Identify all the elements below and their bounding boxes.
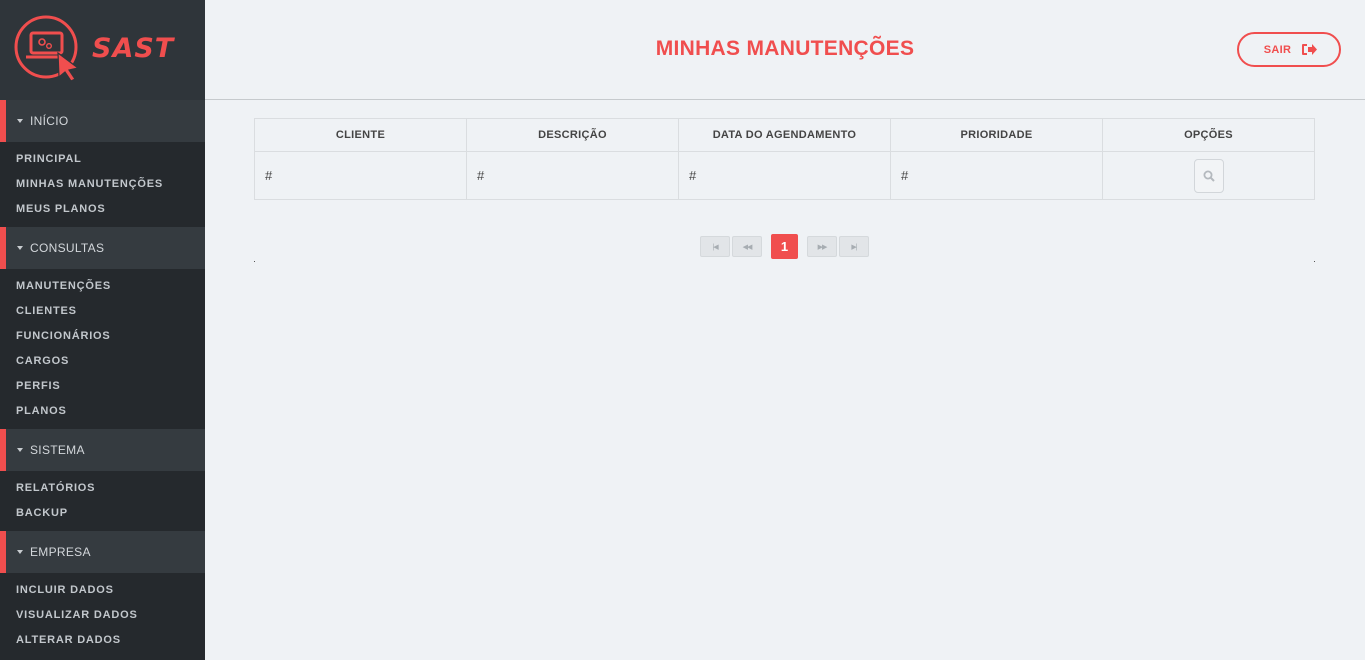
last-page-button[interactable]: ▶| <box>839 236 869 257</box>
brand-name: SAST <box>92 33 175 64</box>
sidebar-item-incluir-dados[interactable]: INCLUIR DADOS <box>0 578 205 603</box>
section-title: CONSULTAS <box>30 241 105 255</box>
sidebar: SAST INÍCIO PRINCIPAL MINHAS MANUTENÇÕES… <box>0 0 205 660</box>
sidebar-item-clientes[interactable]: CLIENTES <box>0 299 205 324</box>
logout-label: SAIR <box>1263 43 1292 56</box>
caret-down-icon <box>17 550 23 554</box>
main-content: MINHAS MANUTENÇÕES SAIR CLIENTE DESCRIÇÃ… <box>205 0 1365 660</box>
sidebar-item-alterar-dados[interactable]: ALTERAR DADOS <box>0 628 205 653</box>
sidebar-item-relatorios[interactable]: RELATÓRIOS <box>0 476 205 501</box>
cell-cliente: # <box>254 151 467 200</box>
sidebar-section-inicio: INÍCIO PRINCIPAL MINHAS MANUTENÇÕES MEUS… <box>0 100 205 227</box>
sidebar-section-inicio-header[interactable]: INÍCIO <box>0 100 205 142</box>
caret-down-icon <box>17 119 23 123</box>
sidebar-section-consultas-header[interactable]: CONSULTAS <box>0 227 205 269</box>
sidebar-items: INCLUIR DADOS VISUALIZAR DADOS ALTERAR D… <box>0 573 205 658</box>
brand-logo[interactable]: SAST <box>0 0 205 100</box>
table-row: # # # # <box>254 151 1315 200</box>
sidebar-item-principal[interactable]: PRINCIPAL <box>0 147 205 172</box>
sidebar-section-empresa: EMPRESA INCLUIR DADOS VISUALIZAR DADOS A… <box>0 531 205 658</box>
previous-page-button[interactable]: ◀◀ <box>732 236 762 257</box>
logout-button[interactable]: SAIR <box>1237 32 1341 67</box>
logo-icon <box>14 15 80 82</box>
column-header-cliente[interactable]: CLIENTE <box>254 118 467 152</box>
table-footer-marker-right <box>1314 261 1315 262</box>
column-header-descricao[interactable]: DESCRIÇÃO <box>466 118 679 152</box>
sidebar-item-meus-planos[interactable]: MEUS PLANOS <box>0 197 205 222</box>
cell-descricao: # <box>466 151 679 200</box>
section-title: INÍCIO <box>30 114 69 128</box>
column-header-opcoes: OPÇÕES <box>1102 118 1315 152</box>
section-title: EMPRESA <box>30 545 91 559</box>
sign-out-icon <box>1302 44 1318 55</box>
column-header-data-agendamento[interactable]: DATA DO AGENDAMENTO <box>678 118 891 152</box>
sidebar-section-sistema: SISTEMA RELATÓRIOS BACKUP <box>0 429 205 531</box>
sidebar-item-manutencoes[interactable]: MANUTENÇÕES <box>0 274 205 299</box>
caret-down-icon <box>17 448 23 452</box>
maintenance-table: CLIENTE DESCRIÇÃO DATA DO AGENDAMENTO PR… <box>254 118 1315 200</box>
maintenance-table-container: CLIENTE DESCRIÇÃO DATA DO AGENDAMENTO PR… <box>254 118 1315 200</box>
view-details-button[interactable] <box>1193 158 1224 193</box>
current-page[interactable]: 1 <box>771 234 798 259</box>
page-title: MINHAS MANUTENÇÕES <box>655 37 915 60</box>
table-footer-marker-left <box>254 261 255 262</box>
search-icon <box>1203 170 1215 182</box>
cell-opcoes <box>1102 151 1315 200</box>
caret-down-icon <box>17 246 23 250</box>
sidebar-section-empresa-header[interactable]: EMPRESA <box>0 531 205 573</box>
sidebar-item-backup[interactable]: BACKUP <box>0 501 205 526</box>
pagination: |◀ ◀◀ 1 ▶▶ ▶| <box>700 234 871 259</box>
sidebar-item-funcionarios[interactable]: FUNCIONÁRIOS <box>0 324 205 349</box>
sidebar-items: RELATÓRIOS BACKUP <box>0 471 205 531</box>
sidebar-section-consultas: CONSULTAS MANUTENÇÕES CLIENTES FUNCIONÁR… <box>0 227 205 429</box>
next-page-button[interactable]: ▶▶ <box>807 236 837 257</box>
sidebar-item-visualizar-dados[interactable]: VISUALIZAR DADOS <box>0 603 205 628</box>
sidebar-item-perfis[interactable]: PERFIS <box>0 374 205 399</box>
sidebar-item-planos[interactable]: PLANOS <box>0 399 205 424</box>
table-header-row: CLIENTE DESCRIÇÃO DATA DO AGENDAMENTO PR… <box>254 118 1315 152</box>
section-title: SISTEMA <box>30 443 85 457</box>
sidebar-item-minhas-manutencoes[interactable]: MINHAS MANUTENÇÕES <box>0 172 205 197</box>
cell-prioridade: # <box>890 151 1103 200</box>
sidebar-items: PRINCIPAL MINHAS MANUTENÇÕES MEUS PLANOS <box>0 142 205 227</box>
page-header: MINHAS MANUTENÇÕES SAIR <box>205 0 1365 100</box>
sidebar-section-sistema-header[interactable]: SISTEMA <box>0 429 205 471</box>
column-header-prioridade[interactable]: PRIORIDADE <box>890 118 1103 152</box>
first-page-button[interactable]: |◀ <box>700 236 730 257</box>
sidebar-items: MANUTENÇÕES CLIENTES FUNCIONÁRIOS CARGOS… <box>0 269 205 429</box>
sidebar-item-cargos[interactable]: CARGOS <box>0 349 205 374</box>
cell-data-agendamento: # <box>678 151 891 200</box>
